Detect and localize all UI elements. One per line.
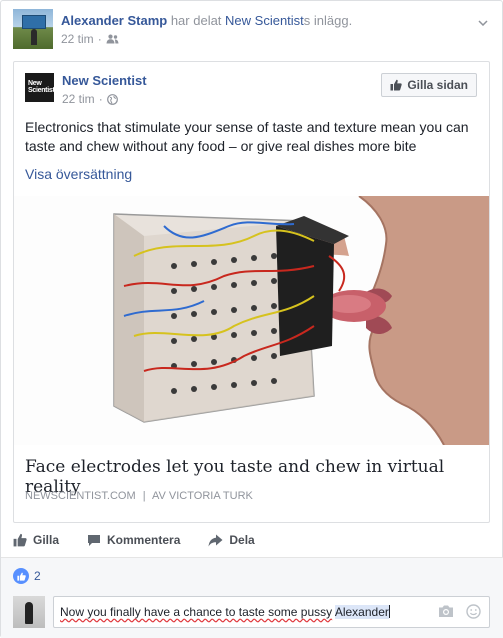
globe-icon bbox=[106, 93, 118, 105]
commenter-avatar[interactable] bbox=[13, 596, 45, 628]
article-source: NEWSCIENTIST.COM | AV VICTORIA TURK bbox=[25, 490, 253, 502]
see-translation-link[interactable]: Visa översättning bbox=[25, 166, 132, 182]
comment-input[interactable]: Now you finally have a chance to taste s… bbox=[53, 596, 490, 628]
friends-icon bbox=[106, 34, 119, 44]
like-count: 2 bbox=[34, 569, 41, 583]
thumbs-up-icon bbox=[390, 79, 403, 91]
comment-tools bbox=[438, 604, 481, 619]
post-meta: 22 tim · bbox=[61, 32, 119, 46]
comment-composer: Now you finally have a chance to taste s… bbox=[13, 596, 490, 628]
like-label: Gilla bbox=[33, 533, 60, 547]
author-name-link[interactable]: Alexander Stamp bbox=[61, 13, 167, 28]
like-reaction-icon bbox=[13, 568, 29, 584]
mention-tag[interactable]: Alexander bbox=[334, 605, 389, 619]
camera-icon[interactable] bbox=[438, 604, 454, 618]
post-suffix: s inlägg. bbox=[303, 13, 353, 28]
new-scientist-logo[interactable]: New Scientist bbox=[25, 73, 55, 102]
article-author: AV VICTORIA TURK bbox=[152, 490, 253, 502]
share-arrow-icon bbox=[208, 534, 223, 546]
author-avatar[interactable] bbox=[13, 9, 53, 49]
post-options-chevron-icon[interactable] bbox=[476, 15, 490, 29]
article-image[interactable] bbox=[14, 196, 489, 445]
shared-page-link[interactable]: New Scientist bbox=[225, 13, 304, 28]
post-header: Alexander Stamp har delat New Scientists… bbox=[13, 7, 490, 49]
shared-label: har delat bbox=[170, 13, 222, 28]
like-page-label: Gilla sidan bbox=[407, 78, 468, 92]
share-label: Dela bbox=[229, 533, 255, 547]
feed-post: Alexander Stamp har delat New Scientists… bbox=[0, 0, 503, 638]
comment-draft-text: Now you finally have a chance to taste s… bbox=[60, 605, 333, 619]
like-button[interactable]: Gilla bbox=[13, 533, 59, 547]
text-caret bbox=[388, 605, 390, 618]
comment-button[interactable]: Kommentera bbox=[87, 533, 180, 547]
comment-bubble-icon bbox=[88, 534, 101, 546]
article-source-separator: | bbox=[142, 490, 146, 502]
post-actions: Gilla Kommentera Dela bbox=[13, 525, 490, 555]
comment-label: Kommentera bbox=[107, 533, 181, 547]
reactions-summary[interactable]: 2 bbox=[13, 568, 41, 584]
article-domain: NEWSCIENTIST.COM bbox=[25, 490, 136, 502]
comment-draft: Now you finally have a chance to taste s… bbox=[60, 605, 390, 619]
shared-post: New Scientist New Scientist 22 tim · Gill… bbox=[13, 61, 490, 523]
post-header-line: Alexander Stamp har delat New Scientists… bbox=[61, 13, 352, 28]
post-timestamp[interactable]: 22 tim bbox=[61, 32, 94, 46]
like-page-button[interactable]: Gilla sidan bbox=[381, 73, 477, 97]
emoji-icon[interactable] bbox=[466, 604, 481, 619]
share-button[interactable]: Dela bbox=[208, 533, 255, 547]
shared-post-meta: 22 tim · bbox=[62, 92, 118, 106]
feedback-section: 2 Now you finally have a chance to taste… bbox=[1, 558, 503, 638]
page-name-link[interactable]: New Scientist bbox=[62, 73, 147, 88]
post-text: Electronics that stimulate your sense of… bbox=[25, 119, 469, 154]
shared-post-timestamp[interactable]: 22 tim bbox=[62, 92, 95, 106]
thumbs-up-icon bbox=[13, 533, 27, 547]
